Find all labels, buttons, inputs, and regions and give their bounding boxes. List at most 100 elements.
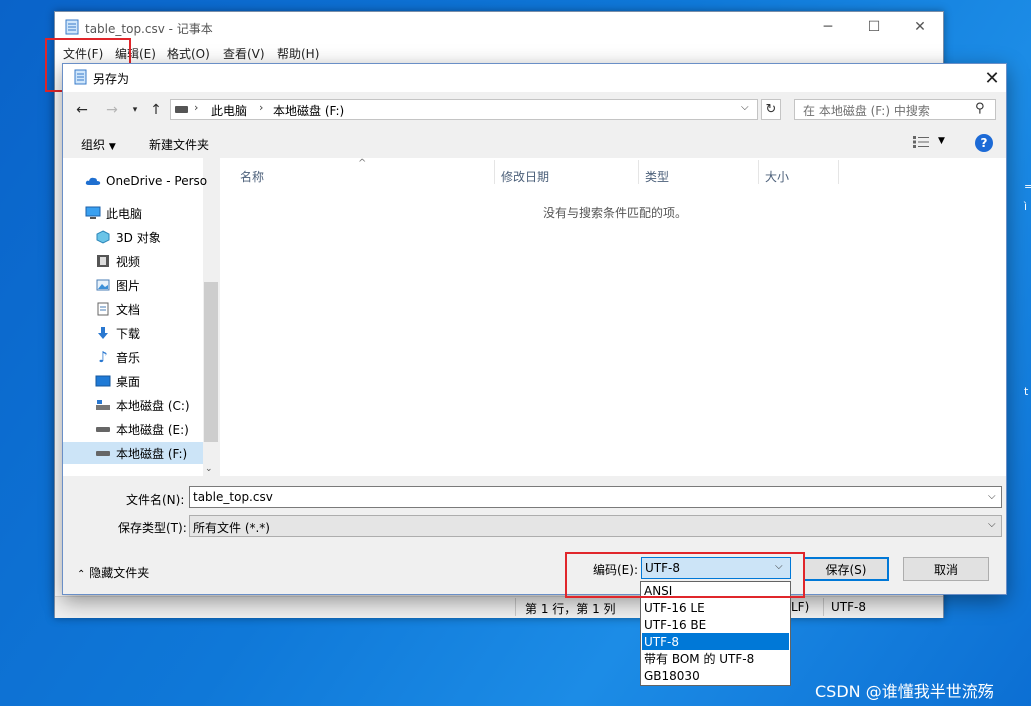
sort-caret-icon: ^ bbox=[358, 158, 367, 169]
column-header-modified[interactable]: 修改日期 bbox=[501, 168, 549, 185]
nav-item-onedrive[interactable]: OneDrive - Perso bbox=[85, 170, 207, 192]
breadcrumb-separator: › bbox=[259, 101, 264, 114]
highlight-box-encoding bbox=[565, 552, 805, 598]
encoding-option-utf8-bom[interactable]: 带有 BOM 的 UTF-8 bbox=[642, 650, 789, 667]
nav-item-drive-f[interactable]: 本地磁盘 (F:) bbox=[95, 442, 187, 464]
desktop-icon-label-fragment: = bbox=[1024, 180, 1031, 193]
nav-item-drive-e[interactable]: 本地磁盘 (E:) bbox=[95, 418, 189, 440]
drive-icon bbox=[95, 397, 111, 413]
nav-item-label: 下载 bbox=[116, 326, 141, 341]
nav-item-video[interactable]: 视频 bbox=[95, 250, 140, 272]
encoding-option-utf8[interactable]: UTF-8 bbox=[642, 633, 789, 650]
notepad-statusbar bbox=[55, 596, 943, 618]
forward-arrow-icon[interactable]: → bbox=[103, 101, 121, 119]
nav-item-3d-objects[interactable]: 3D 对象 bbox=[95, 226, 161, 248]
nav-item-label: 图片 bbox=[116, 278, 141, 293]
chevron-down-icon[interactable]: ⌵ bbox=[988, 491, 996, 502]
desktop-icon-label-fragment: ì bbox=[1024, 200, 1028, 213]
nav-item-label: 3D 对象 bbox=[116, 230, 161, 245]
nav-item-label: 音乐 bbox=[116, 350, 141, 365]
hide-folders-toggle[interactable]: ⌃ 隐藏文件夹 bbox=[77, 564, 149, 581]
watermark-text: CSDN @谁懂我半世流殇 bbox=[815, 682, 994, 701]
nav-item-desktop[interactable]: 桌面 bbox=[95, 370, 140, 392]
dialog-titlebar: 另存为 ✕ bbox=[63, 64, 1006, 92]
filename-label: 文件名(N): bbox=[126, 493, 185, 507]
nav-scrollbar-thumb[interactable] bbox=[204, 282, 218, 442]
documents-icon bbox=[95, 301, 111, 317]
notepad-title: table_top.csv - 记事本 bbox=[85, 22, 213, 36]
status-divider bbox=[823, 598, 824, 616]
refresh-icon[interactable]: ↻ bbox=[761, 99, 781, 120]
column-divider[interactable] bbox=[758, 160, 759, 184]
column-header-name[interactable]: 名称 bbox=[240, 168, 264, 185]
close-icon[interactable]: ✕ bbox=[981, 67, 1003, 89]
notepad-close-button[interactable]: ✕ bbox=[897, 12, 943, 42]
filetype-select[interactable] bbox=[189, 515, 1002, 537]
filetype-value: 所有文件 (*.*) bbox=[193, 521, 270, 535]
help-icon[interactable]: ? bbox=[975, 134, 993, 152]
column-header-type[interactable]: 类型 bbox=[645, 168, 669, 185]
encoding-option-gb18030[interactable]: GB18030 bbox=[642, 667, 789, 684]
organize-label: 组织 bbox=[81, 138, 106, 152]
organize-button[interactable]: 组织 ▼ bbox=[81, 136, 116, 153]
back-arrow-icon[interactable]: ← bbox=[73, 101, 91, 119]
filename-value: table_top.csv bbox=[193, 490, 273, 504]
search-icon[interactable]: ⚲ bbox=[975, 101, 985, 116]
breadcrumb-separator: › bbox=[194, 101, 199, 114]
save-as-dialog: 另存为 ✕ ← → ▾ ↑ › 此电脑 › 本地磁盘 (F:) ⌵ ↻ 在 本地… bbox=[62, 63, 1007, 595]
maximize-button[interactable]: ☐ bbox=[851, 12, 897, 42]
minimize-button[interactable]: ─ bbox=[805, 12, 851, 42]
cancel-button[interactable]: 取消 bbox=[903, 557, 989, 581]
nav-item-label: OneDrive - Perso bbox=[106, 174, 208, 188]
save-button[interactable]: 保存(S) bbox=[803, 557, 889, 581]
notepad-icon bbox=[74, 69, 87, 85]
column-divider[interactable] bbox=[494, 160, 495, 184]
breadcrumb-drive-f[interactable]: 本地磁盘 (F:) bbox=[273, 102, 344, 119]
pictures-icon bbox=[95, 277, 111, 293]
filetype-label: 保存类型(T): bbox=[118, 521, 187, 535]
drive-icon bbox=[95, 445, 111, 461]
encoding-option-utf16be[interactable]: UTF-16 BE bbox=[642, 616, 789, 633]
hide-folders-label: 隐藏文件夹 bbox=[89, 566, 150, 580]
notepad-titlebar: table_top.csv - 记事本 ─ ☐ ✕ bbox=[55, 12, 943, 42]
column-header-size[interactable]: 大小 bbox=[765, 168, 789, 185]
view-options-icon[interactable] bbox=[912, 135, 930, 149]
music-icon: ♪ bbox=[98, 348, 108, 366]
video-icon bbox=[95, 253, 111, 269]
empty-message: 没有与搜索条件匹配的项。 bbox=[543, 206, 688, 220]
nav-item-label: 本地磁盘 (C:) bbox=[116, 398, 190, 413]
nav-item-label: 此电脑 bbox=[106, 206, 143, 221]
menu-format[interactable]: 格式(O) bbox=[167, 45, 210, 62]
menu-view[interactable]: 查看(V) bbox=[223, 45, 265, 62]
new-folder-button[interactable]: 新建文件夹 bbox=[149, 136, 209, 153]
scroll-down-icon[interactable]: ⌄ bbox=[205, 464, 213, 474]
up-arrow-icon[interactable]: ↑ bbox=[147, 101, 165, 119]
chevron-down-icon[interactable]: ▼ bbox=[938, 136, 945, 146]
column-divider[interactable] bbox=[838, 160, 839, 184]
filename-input[interactable] bbox=[189, 486, 1002, 508]
nav-item-downloads[interactable]: 下载 bbox=[95, 322, 140, 344]
chevron-down-icon[interactable]: ⌵ bbox=[988, 519, 996, 530]
drive-icon bbox=[175, 106, 188, 113]
notepad-icon bbox=[65, 19, 79, 35]
status-position: 第 1 行，第 1 列 bbox=[525, 602, 616, 616]
status-line-ending: LF) bbox=[791, 600, 810, 614]
breadcrumb-this-pc[interactable]: 此电脑 bbox=[211, 102, 247, 119]
column-divider[interactable] bbox=[638, 160, 639, 184]
chevron-down-icon: ▼ bbox=[108, 142, 116, 152]
chevron-down-icon[interactable]: ⌵ bbox=[741, 102, 749, 113]
nav-item-label: 桌面 bbox=[116, 374, 141, 389]
desktop-icon bbox=[95, 373, 111, 389]
chevron-up-icon: ⌃ bbox=[77, 569, 86, 580]
computer-icon bbox=[85, 205, 101, 221]
nav-item-label: 本地磁盘 (F:) bbox=[116, 446, 188, 461]
chevron-down-icon[interactable]: ▾ bbox=[126, 101, 144, 119]
nav-item-pictures[interactable]: 图片 bbox=[95, 274, 140, 296]
nav-item-label: 视频 bbox=[116, 254, 141, 269]
encoding-option-utf16le[interactable]: UTF-16 LE bbox=[642, 599, 789, 616]
menu-help[interactable]: 帮助(H) bbox=[277, 45, 319, 62]
nav-item-drive-c[interactable]: 本地磁盘 (C:) bbox=[95, 394, 190, 416]
nav-item-documents[interactable]: 文档 bbox=[95, 298, 140, 320]
nav-item-this-pc[interactable]: 此电脑 bbox=[85, 202, 142, 224]
nav-item-music[interactable]: ♪ 音乐 bbox=[95, 346, 140, 368]
